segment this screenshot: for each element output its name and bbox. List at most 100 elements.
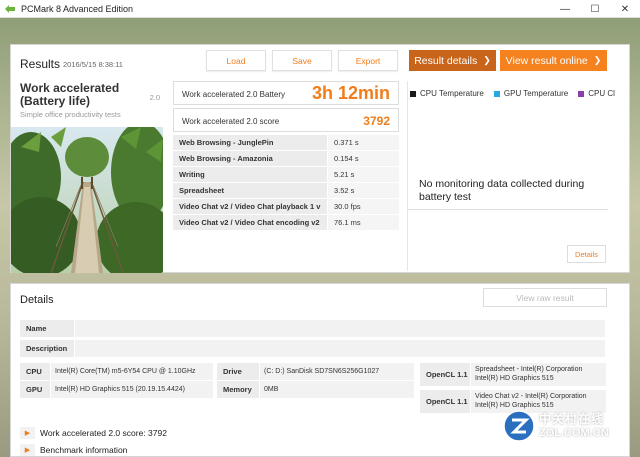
expand-arrow-icon: ▶ xyxy=(20,427,35,439)
opencl-label: OpenCL 1.1 xyxy=(420,363,470,386)
window-titlebar: PCMark 8 Advanced Edition — ☐ ✕ xyxy=(0,0,640,18)
monitoring-legend: CPU Temperature GPU Temperature CPU Cl xyxy=(410,89,625,98)
benchmark-info-expander[interactable]: ▶ Benchmark information xyxy=(20,444,127,456)
test-illustration-image xyxy=(11,127,163,273)
metric-row: Web Browsing - JunglePin 0.371 s xyxy=(173,135,399,151)
legend-item[interactable]: CPU Cl xyxy=(578,89,615,98)
gpu-label: GPU xyxy=(20,381,50,398)
metric-name: Web Browsing - Amazonia xyxy=(173,151,327,166)
monitoring-panel: CPU Temperature GPU Temperature CPU Cl N… xyxy=(407,81,615,271)
cpu-value: Intel(R) Core(TM) m5-6Y54 CPU @ 1.10GHz xyxy=(50,363,213,380)
view-raw-result-button[interactable]: View raw result xyxy=(483,288,607,307)
metric-value: 5.21 s xyxy=(327,167,399,182)
save-button[interactable]: Save xyxy=(272,50,332,71)
battery-score-row: Work accelerated 2.0 Battery 3h 12min xyxy=(173,81,399,105)
legend-label: CPU Cl xyxy=(588,89,615,98)
no-monitoring-message: No monitoring data collected during batt… xyxy=(419,178,585,203)
drive-label: Drive xyxy=(217,363,259,380)
results-panel: Results 2016/5/15 8:38:11 Load Save Expo… xyxy=(10,44,630,273)
opencl-value: Spreadsheet - Intel(R) Corporation Intel… xyxy=(470,363,606,386)
legend-item[interactable]: CPU Temperature xyxy=(410,89,484,98)
metric-row: Video Chat v2 / Video Chat encoding v2 7… xyxy=(173,215,399,231)
load-button[interactable]: Load xyxy=(206,50,266,71)
memory-row: Memory 0MB xyxy=(217,381,414,398)
minimize-button[interactable]: — xyxy=(550,0,580,18)
metric-value: 0.154 s xyxy=(327,151,399,166)
metric-name: Video Chat v2 / Video Chat playback 1 v xyxy=(173,199,327,214)
view-result-online-label: View result online xyxy=(505,54,588,67)
legend-item[interactable]: GPU Temperature xyxy=(493,89,569,98)
results-date: 2016/5/15 8:38:11 xyxy=(63,60,123,69)
maximize-button[interactable]: ☐ xyxy=(580,0,610,18)
work-score-label: Work accelerated 2.0 score xyxy=(182,117,280,126)
metric-name: Spreadsheet xyxy=(173,183,327,198)
drive-row: Drive (C: D:) SanDisk SD7SN6S256G1027 xyxy=(217,363,414,380)
description-value xyxy=(74,340,605,357)
name-row: Name xyxy=(20,320,605,337)
expand-arrow-icon: ▶ xyxy=(20,444,35,456)
result-details-button[interactable]: Result details ❯ xyxy=(409,50,496,71)
results-title: Results xyxy=(20,57,61,71)
legend-swatch xyxy=(578,90,585,97)
result-details-label: Result details xyxy=(414,54,478,67)
score-expander[interactable]: ▶ Work accelerated 2.0 score: 3792 xyxy=(20,427,167,439)
test-info: Work accelerated (Battery life) 2.0 Simp… xyxy=(20,81,160,120)
name-value xyxy=(74,320,605,337)
metric-row: Web Browsing - Amazonia 0.154 s xyxy=(173,151,399,167)
pcmark-app-icon xyxy=(5,4,15,13)
opencl-label: OpenCL 1.1 xyxy=(420,390,470,413)
expander-label: Work accelerated 2.0 score: 3792 xyxy=(40,428,167,438)
name-label: Name xyxy=(20,320,74,337)
metric-name: Web Browsing - JunglePin xyxy=(173,135,327,150)
memory-label: Memory xyxy=(217,381,259,398)
close-button[interactable]: ✕ xyxy=(610,0,640,18)
drive-value: (C: D:) SanDisk SD7SN6S256G1027 xyxy=(259,363,414,380)
metric-row: Video Chat v2 / Video Chat playback 1 v … xyxy=(173,199,399,215)
zol-watermark: 中关村在线 ZOL.COM.CN xyxy=(503,410,609,442)
test-description: Simple office productivity tests xyxy=(20,110,121,119)
chevron-right-icon: ❯ xyxy=(593,55,602,65)
description-row: Description xyxy=(20,340,605,357)
memory-value: 0MB xyxy=(259,381,414,398)
metric-name: Writing xyxy=(173,167,327,182)
gpu-value: Intel(R) HD Graphics 515 (20.19.15.4424) xyxy=(50,381,213,398)
divider xyxy=(408,209,608,210)
chevron-right-icon: ❯ xyxy=(483,55,491,65)
opencl-value-line2: Intel(R) HD Graphics 515 xyxy=(475,401,554,409)
cpu-label: CPU xyxy=(20,363,50,380)
gpu-row: GPU Intel(R) HD Graphics 515 (20.19.15.4… xyxy=(20,381,213,398)
cpu-row: CPU Intel(R) Core(TM) m5-6Y54 CPU @ 1.10… xyxy=(20,363,213,380)
legend-label: CPU Temperature xyxy=(420,89,484,98)
test-version: 2.0 xyxy=(149,93,160,102)
export-button[interactable]: Export xyxy=(338,50,398,71)
metric-row: Writing 5.21 s xyxy=(173,167,399,183)
watermark-domain: ZOL.COM.CN xyxy=(539,427,609,439)
details-title: Details xyxy=(20,294,54,306)
metric-name: Video Chat v2 / Video Chat encoding v2 xyxy=(173,215,327,230)
view-result-online-button[interactable]: View result online ❯ xyxy=(500,50,607,71)
metric-value: 30.0 fps xyxy=(327,199,399,214)
score-box: Work accelerated 2.0 Battery 3h 12min Wo… xyxy=(173,81,399,135)
zol-logo-icon xyxy=(503,410,535,442)
legend-label: GPU Temperature xyxy=(503,89,569,98)
opencl-value-line2: Intel(R) HD Graphics 515 xyxy=(475,374,554,382)
metric-value: 3.52 s xyxy=(327,183,399,198)
opencl-value-line1: Video Chat v2 - Intel(R) Corporation xyxy=(475,393,587,400)
opencl-row: OpenCL 1.1 Spreadsheet - Intel(R) Corpor… xyxy=(420,363,606,386)
description-label: Description xyxy=(20,340,74,357)
metric-row: Spreadsheet 3.52 s xyxy=(173,183,399,199)
metric-value: 76.1 ms xyxy=(327,215,399,230)
legend-swatch xyxy=(493,90,500,97)
legend-swatch xyxy=(410,90,416,97)
battery-score-value: 3h 12min xyxy=(311,83,390,103)
work-score-row: Work accelerated 2.0 score 3792 xyxy=(173,108,399,132)
watermark-chinese: 中关村在线 xyxy=(539,412,605,426)
work-score-value: 3792 xyxy=(363,114,390,128)
metrics-table: Web Browsing - JunglePin 0.371 s Web Bro… xyxy=(173,135,399,231)
metric-value: 0.371 s xyxy=(327,135,399,150)
results-header: Results 2016/5/15 8:38:11 Load Save Expo… xyxy=(11,45,629,77)
test-name: Work accelerated (Battery life) xyxy=(20,81,120,108)
monitoring-details-button[interactable]: Details xyxy=(567,245,606,263)
opencl-value-line1: Spreadsheet - Intel(R) Corporation xyxy=(475,366,583,373)
window-title: PCMark 8 Advanced Edition xyxy=(21,3,134,14)
